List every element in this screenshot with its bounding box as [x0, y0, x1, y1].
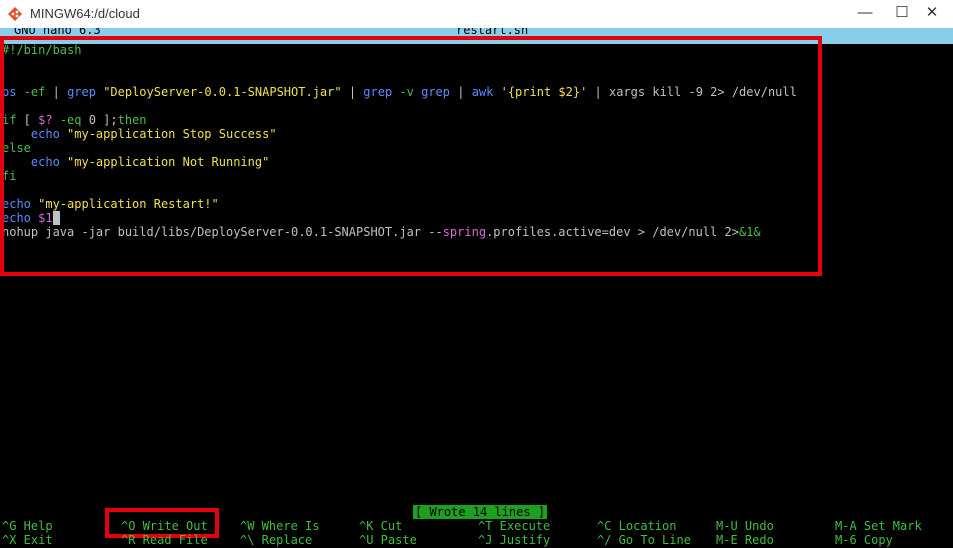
- shortcut-location: ^C Location: [597, 519, 677, 533]
- shortcut-justify: ^J Justify: [478, 533, 551, 547]
- window-title: MINGW64:/d/cloud: [30, 6, 140, 21]
- shortcut-set-mark: M-A Set Mark: [835, 519, 922, 533]
- highlight-box-script: [0, 36, 822, 276]
- shortcut-exit: ^X Exit: [2, 533, 53, 547]
- shortcut-read-file: ^R Read File: [121, 533, 208, 547]
- window-titlebar: MINGW64:/d/cloud — ☐ ✕: [0, 0, 953, 28]
- shortcut-cut: ^K Cut: [359, 519, 403, 533]
- shortcut-replace: ^\ Replace: [240, 533, 313, 547]
- shortcut-copy: M-6 Copy: [835, 533, 893, 547]
- shortcut-undo: M-U Undo: [716, 519, 774, 533]
- shortcut-where-is: ^W Where Is: [240, 519, 320, 533]
- shortcut-help: ^G Help: [2, 519, 53, 533]
- shortcut-write-out: ^O Write Out: [121, 519, 208, 533]
- close-button[interactable]: ✕: [910, 2, 953, 26]
- git-bash-icon: [8, 7, 22, 21]
- shortcut-redo: M-E Redo: [716, 533, 774, 547]
- status-message: [ Wrote 14 lines ]: [413, 505, 548, 519]
- shortcut-go-to-line: ^/ Go To Line: [597, 533, 691, 547]
- shortcut-execute: ^T Execute: [478, 519, 551, 533]
- shortcut-paste: ^U Paste: [359, 533, 417, 547]
